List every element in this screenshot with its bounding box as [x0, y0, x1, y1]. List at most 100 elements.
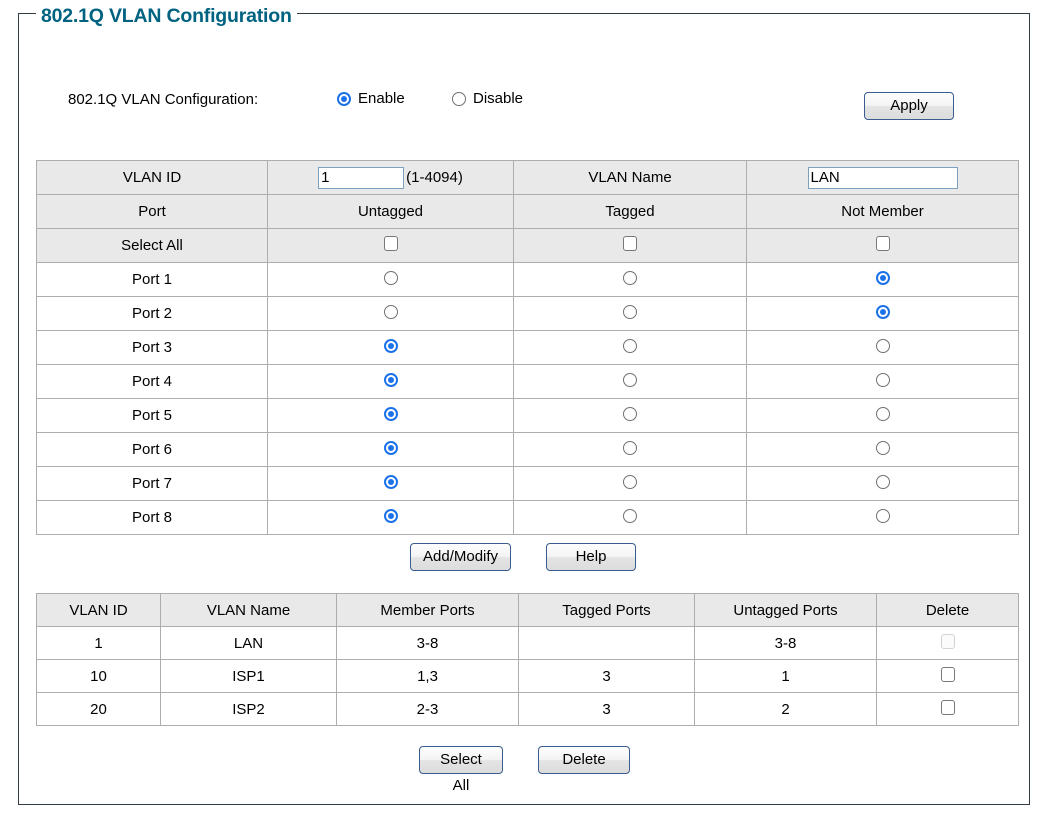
apply-button[interactable]: Apply — [864, 92, 954, 120]
port-membership-table: VLAN ID (1-4094) VLAN Name Port Untagged… — [36, 160, 1019, 535]
radio-port-untagged[interactable] — [383, 270, 398, 285]
port-not-member-cell — [746, 262, 1019, 297]
port-tagged-cell — [513, 330, 747, 365]
radio-port-not-member[interactable] — [875, 440, 890, 455]
port-label: Port 6 — [36, 432, 268, 467]
select-all-row: Select All — [36, 228, 1019, 263]
table-row: Port 7 — [36, 466, 1019, 501]
vlan-id-input-cell: (1-4094) — [267, 160, 514, 195]
delete-row-checkbox[interactable] — [940, 699, 955, 715]
table-row: Port 4 — [36, 364, 1019, 399]
radio-disable[interactable] — [452, 91, 466, 106]
summary-cell-vlan-name: ISP1 — [160, 659, 337, 693]
summary-header-row: VLAN ID VLAN Name Member Ports Tagged Po… — [36, 593, 1019, 627]
radio-port-not-member[interactable] — [875, 270, 890, 285]
port-tagged-cell — [513, 398, 747, 433]
table-row: Port 1 — [36, 262, 1019, 297]
table-row: 10 ISP1 1,3 3 1 — [36, 659, 1019, 693]
port-tagged-cell — [513, 296, 747, 331]
radio-port-not-member[interactable] — [875, 406, 890, 421]
select-all-tagged-checkbox[interactable] — [623, 236, 637, 251]
port-label: Port 7 — [36, 466, 268, 501]
summary-cell-member-ports: 3-8 — [336, 626, 519, 660]
radio-port-not-member[interactable] — [875, 508, 890, 523]
summary-cell-tagged-ports: 3 — [518, 659, 695, 693]
radio-port-tagged[interactable] — [623, 440, 637, 455]
radio-port-untagged[interactable] — [383, 304, 398, 319]
summary-cell-member-ports: 1,3 — [336, 659, 519, 693]
select-all-untagged-checkbox[interactable] — [383, 236, 398, 251]
table-row: 20 ISP2 2-3 3 2 — [36, 692, 1019, 726]
radio-port-tagged[interactable] — [623, 508, 637, 523]
radio-enable-label: Enable — [358, 90, 405, 107]
delete-row-checkbox — [940, 633, 955, 649]
table-row: Port 5 — [36, 398, 1019, 433]
port-not-member-cell — [746, 466, 1019, 501]
vlan-name-input-cell — [746, 160, 1019, 195]
port-tagged-cell — [513, 432, 747, 467]
select-all-label: Select All — [36, 228, 268, 263]
summary-cell-untagged-ports: 3-8 — [694, 626, 877, 660]
column-header-tagged: Tagged — [513, 194, 747, 229]
radio-enable[interactable] — [337, 91, 351, 106]
vlan-id-input[interactable] — [318, 166, 405, 189]
vlan-configuration-label: 802.1Q VLAN Configuration: — [68, 91, 259, 108]
port-label: Port 8 — [36, 500, 268, 535]
port-not-member-cell — [746, 296, 1019, 331]
summary-cell-delete — [876, 659, 1019, 693]
summary-cell-delete — [876, 626, 1019, 660]
help-button[interactable]: Help — [546, 543, 636, 571]
summary-cell-tagged-ports: 3 — [518, 692, 695, 726]
vlan-name-input[interactable] — [807, 166, 958, 189]
select-all-untagged-cell — [267, 228, 514, 263]
summary-rows-body: 1 LAN 3-8 3-8 10 ISP1 1,3 3 1 20 ISP2 2-3 3 2 — [36, 626, 1019, 726]
port-label: Port 1 — [36, 262, 268, 297]
radio-port-tagged[interactable] — [623, 406, 637, 421]
radio-port-not-member[interactable] — [875, 338, 890, 353]
radio-port-tagged[interactable] — [623, 474, 637, 489]
summary-header-vlan-id: VLAN ID — [36, 593, 161, 627]
summary-cell-vlan-name: LAN — [160, 626, 337, 660]
radio-port-not-member[interactable] — [875, 304, 890, 319]
radio-port-untagged[interactable] — [383, 474, 398, 489]
radio-port-tagged[interactable] — [623, 372, 637, 387]
radio-port-untagged[interactable] — [383, 372, 398, 387]
radio-port-not-member[interactable] — [875, 372, 890, 387]
vlan-summary-table: VLAN ID VLAN Name Member Ports Tagged Po… — [36, 593, 1019, 726]
add-modify-button[interactable]: Add/Modify — [410, 543, 511, 571]
port-label: Port 2 — [36, 296, 268, 331]
port-not-member-cell — [746, 364, 1019, 399]
vlan-name-label-cell: VLAN Name — [513, 160, 747, 195]
radio-port-untagged[interactable] — [383, 406, 398, 421]
radio-port-tagged[interactable] — [623, 304, 637, 319]
radio-port-tagged[interactable] — [623, 338, 637, 353]
port-label: Port 5 — [36, 398, 268, 433]
radio-port-not-member[interactable] — [875, 474, 890, 489]
port-label: Port 4 — [36, 364, 268, 399]
summary-cell-tagged-ports — [518, 626, 695, 660]
table-row: 1 LAN 3-8 3-8 — [36, 626, 1019, 660]
radio-port-untagged[interactable] — [383, 508, 398, 523]
radio-port-tagged[interactable] — [623, 270, 637, 285]
select-all-button[interactable]: Select All — [419, 746, 503, 794]
port-tagged-cell — [513, 466, 747, 501]
select-all-not-member-checkbox[interactable] — [875, 236, 890, 251]
port-rows-body: Port 1 Port 2 Port 3 Port 4 Port 5 Port 6 Port… — [36, 262, 1019, 535]
radio-option-disable[interactable]: Disable — [452, 90, 523, 107]
table-row: Port 3 — [36, 330, 1019, 365]
summary-cell-untagged-ports: 1 — [694, 659, 877, 693]
port-not-member-cell — [746, 330, 1019, 365]
radio-port-untagged[interactable] — [383, 338, 398, 353]
table-row: Port 6 — [36, 432, 1019, 467]
vlan-id-range-hint: (1-4094) — [406, 169, 463, 186]
summary-cell-delete — [876, 692, 1019, 726]
port-untagged-cell — [267, 296, 514, 331]
delete-row-checkbox[interactable] — [940, 666, 955, 682]
delete-button[interactable]: Delete — [538, 746, 630, 774]
port-tagged-cell — [513, 364, 747, 399]
radio-option-enable[interactable]: Enable — [337, 90, 405, 107]
port-label: Port 3 — [36, 330, 268, 365]
page-title: 802.1Q VLAN Configuration — [36, 5, 297, 28]
table-row: Port 2 — [36, 296, 1019, 331]
radio-port-untagged[interactable] — [383, 440, 398, 455]
